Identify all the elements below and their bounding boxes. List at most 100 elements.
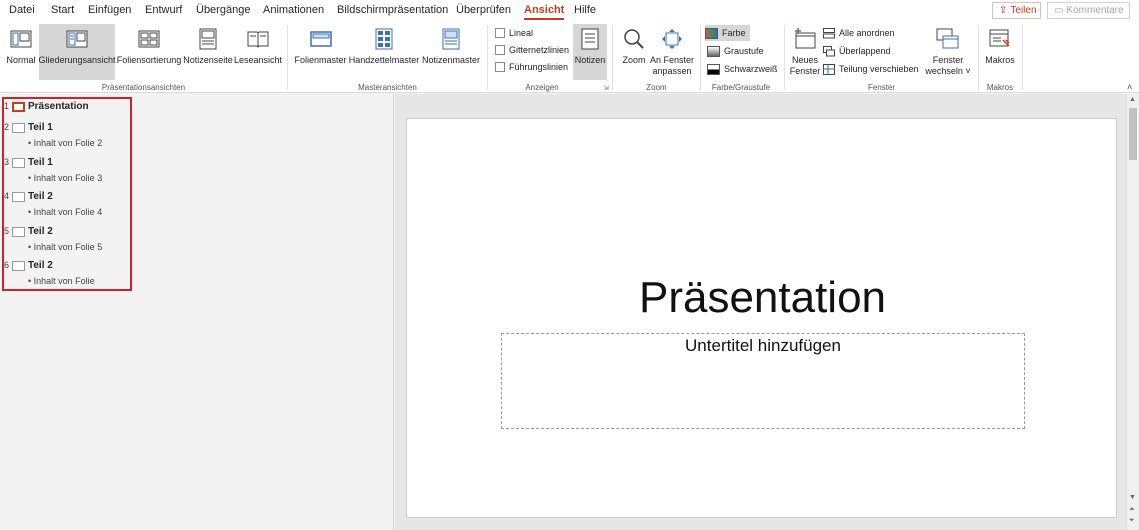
switch-window-label: Fenster wechseln ˅ <box>925 55 971 76</box>
normal-view-button[interactable]: Normal <box>4 24 38 80</box>
collapse-ribbon-icon[interactable]: ˄ <box>1127 82 1132 92</box>
slide-title[interactable]: Teil 1 <box>28 157 53 168</box>
zoom-button[interactable]: Zoom <box>620 24 648 80</box>
handout-master-button[interactable]: Handzettelmaster <box>348 24 420 80</box>
group-divider <box>612 25 613 90</box>
color-swatch-icon <box>705 27 718 39</box>
notes-master-label: Notizenmaster <box>421 55 481 65</box>
outline-view-button[interactable]: Gliederungsansicht <box>38 24 116 80</box>
subtitle-placeholder[interactable]: Untertitel hinzufügen <box>501 333 1025 429</box>
black-white-label: Schwarzweiß <box>724 64 778 74</box>
grayscale-label: Graustufe <box>724 46 764 56</box>
fit-to-window-button[interactable]: An Fenster anpassen <box>650 24 694 80</box>
normal-view-icon <box>9 27 33 51</box>
scroll-up-icon[interactable]: ▲ <box>1129 96 1136 104</box>
tab-entwurf[interactable]: Entwurf <box>145 4 182 16</box>
tab-animationen[interactable]: Animationen <box>263 4 324 16</box>
slide-master-label: Folienmaster <box>294 55 347 65</box>
tab-einfuegen[interactable]: Einfügen <box>88 4 131 16</box>
tab-start[interactable]: Start <box>51 4 74 16</box>
group-caption-zoom: Zoom <box>646 83 667 92</box>
group-caption-presentation-views: Präsentationsansichten <box>101 83 186 92</box>
slide-title[interactable]: Teil 2 <box>28 191 53 202</box>
slide-thumbnail-icon <box>12 227 25 237</box>
group-divider <box>700 25 701 90</box>
share-icon: ⇪ <box>999 5 1008 16</box>
slide-number: 3 <box>4 157 10 167</box>
dialog-launcher-icon[interactable]: ⇲ <box>603 84 609 92</box>
gridlines-checkbox[interactable]: Gitternetzlinien <box>495 42 569 58</box>
slide-body[interactable]: • Inhalt von Folie 5 <box>28 242 102 252</box>
slide-title[interactable]: Teil 1 <box>28 122 53 133</box>
group-divider <box>784 25 785 90</box>
slide-thumbnail-icon <box>12 261 25 271</box>
reading-view-label: Leseansicht <box>233 55 283 65</box>
notes-toggle-button[interactable]: Notizen <box>573 24 607 80</box>
handout-master-icon <box>372 27 396 51</box>
scroll-down-icon[interactable]: ▼ <box>1129 494 1136 502</box>
slide-title[interactable]: Teil 2 <box>28 260 53 271</box>
slide-title[interactable]: Teil 2 <box>28 226 53 237</box>
switch-window-button[interactable]: Fenster wechseln ˅ <box>924 24 972 80</box>
slide-sorter-icon <box>137 27 161 51</box>
slide-number: 5 <box>4 226 10 236</box>
macros-button[interactable]: Makros <box>984 24 1016 80</box>
tab-ueberpruefen[interactable]: Überprüfen <box>456 4 511 16</box>
slide-master-button[interactable]: Folienmaster <box>294 24 347 80</box>
fit-to-window-label: An Fenster anpassen <box>649 55 695 76</box>
comments-button[interactable]: ▭ Kommentare <box>1047 2 1130 19</box>
guides-checkbox[interactable]: Führungslinien <box>495 59 568 75</box>
notes-master-icon <box>439 27 463 51</box>
notes-master-button[interactable]: Notizenmaster <box>421 24 481 80</box>
ribbon-tab-bar: Datei Start Einfügen Entwurf Übergänge A… <box>0 0 1139 22</box>
scrollbar-thumb[interactable] <box>1129 108 1137 160</box>
next-slide-icon[interactable]: ⏷ <box>1129 517 1135 525</box>
group-divider <box>978 25 979 90</box>
outline-pane[interactable]: 1 Präsentation 2 Teil 1 • Inhalt von Fol… <box>0 94 394 530</box>
notes-page-button[interactable]: Notizenseite <box>183 24 233 80</box>
tab-ansicht[interactable]: Ansicht <box>524 4 565 20</box>
tab-hilfe[interactable]: Hilfe <box>574 4 596 16</box>
color-label: Farbe <box>722 28 746 38</box>
handout-master-label: Handzettelmaster <box>348 55 420 65</box>
slide-body[interactable]: • Inhalt von Folie 3 <box>28 173 102 183</box>
slide-sorter-button[interactable]: Foliensortierung <box>116 24 182 80</box>
grayscale-button[interactable]: Graustufe <box>707 43 764 59</box>
tab-uebergaenge[interactable]: Übergänge <box>196 4 250 16</box>
vertical-scrollbar[interactable]: ▲ ▼ ⏶ ⏷ <box>1126 94 1139 530</box>
slide-master-icon <box>309 27 333 51</box>
slide-body[interactable]: • Inhalt von Folie 2 <box>28 138 102 148</box>
move-split-button[interactable]: Teilung verschieben <box>823 61 919 77</box>
previous-slide-icon[interactable]: ⏶ <box>1129 506 1135 514</box>
slide-title[interactable]: Präsentation <box>28 101 89 112</box>
share-button[interactable]: ⇪ Teilen <box>992 2 1041 19</box>
new-window-label: Neues Fenster <box>789 55 821 76</box>
group-caption-macros: Makros <box>986 83 1014 92</box>
ruler-label: Lineal <box>509 28 534 38</box>
tab-bildschirmpraesentation[interactable]: Bildschirmpräsentation <box>337 4 448 16</box>
gridlines-check-icon <box>495 45 505 55</box>
new-window-icon <box>793 27 817 51</box>
group-divider <box>1022 25 1023 90</box>
ruler-checkbox[interactable]: Lineal <box>495 25 533 41</box>
arrange-all-label: Alle anordnen <box>839 28 895 38</box>
gridlines-label: Gitternetzlinien <box>509 45 570 55</box>
outline-view-label: Gliederungsansicht <box>38 55 116 65</box>
slide-body[interactable]: • Inhalt von Folie 4 <box>28 207 102 217</box>
comment-icon: ▭ <box>1054 5 1064 16</box>
black-white-button[interactable]: Schwarzweiß <box>707 61 778 77</box>
tab-datei[interactable]: Datei <box>9 4 35 16</box>
slide-canvas[interactable]: Präsentation Untertitel hinzufügen <box>406 118 1117 518</box>
group-divider <box>287 25 288 90</box>
color-button[interactable]: Farbe <box>705 25 750 41</box>
slide-body[interactable]: • Inhalt von Folie <box>28 276 95 286</box>
new-window-button[interactable]: Neues Fenster <box>789 24 821 80</box>
slide-title-placeholder[interactable]: Präsentation <box>407 273 1118 323</box>
magnifier-icon <box>622 27 646 51</box>
reading-view-button[interactable]: Leseansicht <box>234 24 282 80</box>
cascade-button[interactable]: Überlappend <box>823 43 891 59</box>
normal-view-label: Normal <box>6 55 36 65</box>
guides-label: Führungslinien <box>509 62 569 72</box>
ribbon: Normal Gliederungsansicht Foliensortieru… <box>0 22 1139 93</box>
arrange-all-button[interactable]: Alle anordnen <box>823 25 895 41</box>
